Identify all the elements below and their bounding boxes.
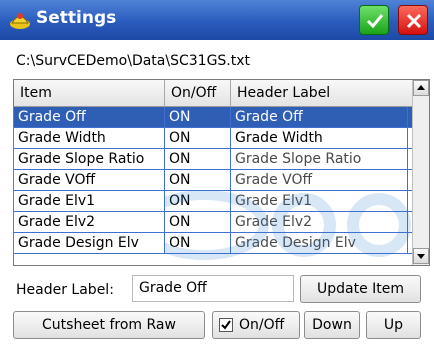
arrow-up-icon — [417, 85, 425, 90]
survey-helmet-icon — [10, 13, 30, 29]
title-bar: Settings — [0, 0, 434, 40]
onoff-checkbox[interactable] — [219, 318, 233, 332]
table-row[interactable]: Grade Off ON Grade Off — [14, 107, 412, 128]
close-icon — [406, 13, 422, 29]
header-label-input[interactable]: Grade Off — [132, 275, 294, 302]
onoff-label: On/Off — [239, 317, 285, 333]
cell-item: Grade Elv1 — [14, 191, 165, 211]
cell-onoff: ON — [165, 170, 231, 190]
scroll-down-button[interactable] — [413, 248, 429, 264]
down-button[interactable]: Down — [304, 311, 360, 339]
table-row[interactable]: Grade VOff ON Grade VOff — [14, 170, 412, 191]
cell-item: Grade VOff — [14, 170, 165, 190]
cell-onoff: ON — [165, 128, 231, 148]
cell-label: Grade Slope Ratio — [231, 149, 408, 169]
ok-button[interactable] — [359, 5, 389, 35]
cell-item: Grade Elv2 — [14, 212, 165, 232]
table-row[interactable]: Grade Design Elv ON Grade Design Elv — [14, 233, 412, 254]
cell-onoff: ON — [165, 149, 231, 169]
cell-label: Grade Design Elv — [231, 233, 408, 253]
table-row[interactable]: Grade Elv2 ON Grade Elv2 — [14, 212, 412, 233]
cell-onoff: ON — [165, 191, 231, 211]
table-scrollbar[interactable] — [412, 80, 429, 265]
cell-onoff: ON — [165, 212, 231, 232]
up-button[interactable]: Up — [366, 311, 421, 339]
column-header-label[interactable]: Header Label — [231, 80, 412, 106]
table-row[interactable]: Grade Width ON Grade Width — [14, 128, 412, 149]
cell-item: Grade Slope Ratio — [14, 149, 165, 169]
table-header: Item On/Off Header Label — [14, 80, 412, 107]
file-path: C:\SurvCEDemo\Data\SC31GS.txt — [16, 53, 251, 69]
window-title: Settings — [36, 8, 117, 28]
scroll-up-button[interactable] — [413, 80, 429, 96]
checkmark-icon — [366, 14, 384, 29]
table-row[interactable]: Grade Elv1 ON Grade Elv1 — [14, 191, 412, 212]
update-item-button[interactable]: Update Item — [300, 275, 421, 303]
cell-item: Grade Design Elv — [14, 233, 165, 253]
table-row[interactable]: Grade Slope Ratio ON Grade Slope Ratio — [14, 149, 412, 170]
header-label-caption: Header Label: — [16, 282, 114, 298]
cell-item: Grade Off — [14, 107, 165, 127]
column-header-item[interactable]: Item — [14, 80, 165, 106]
cell-label: Grade Elv1 — [231, 191, 408, 211]
cell-label: Grade Width — [231, 128, 408, 148]
checkmark-icon — [221, 320, 231, 330]
cell-label: Grade Off — [231, 107, 408, 127]
cell-label: Grade Elv2 — [231, 212, 408, 232]
close-button[interactable] — [398, 5, 428, 35]
settings-table: Item On/Off Header Label Grade Off ON Gr… — [13, 79, 430, 266]
cell-item: Grade Width — [14, 128, 165, 148]
onoff-toggle[interactable]: On/Off — [212, 311, 300, 339]
cell-label: Grade VOff — [231, 170, 408, 190]
cutsheet-from-raw-button[interactable]: Cutsheet from Raw — [13, 311, 205, 339]
cell-onoff: ON — [165, 107, 231, 127]
cell-onoff: ON — [165, 233, 231, 253]
column-header-onoff[interactable]: On/Off — [165, 80, 231, 106]
arrow-down-icon — [417, 254, 425, 259]
